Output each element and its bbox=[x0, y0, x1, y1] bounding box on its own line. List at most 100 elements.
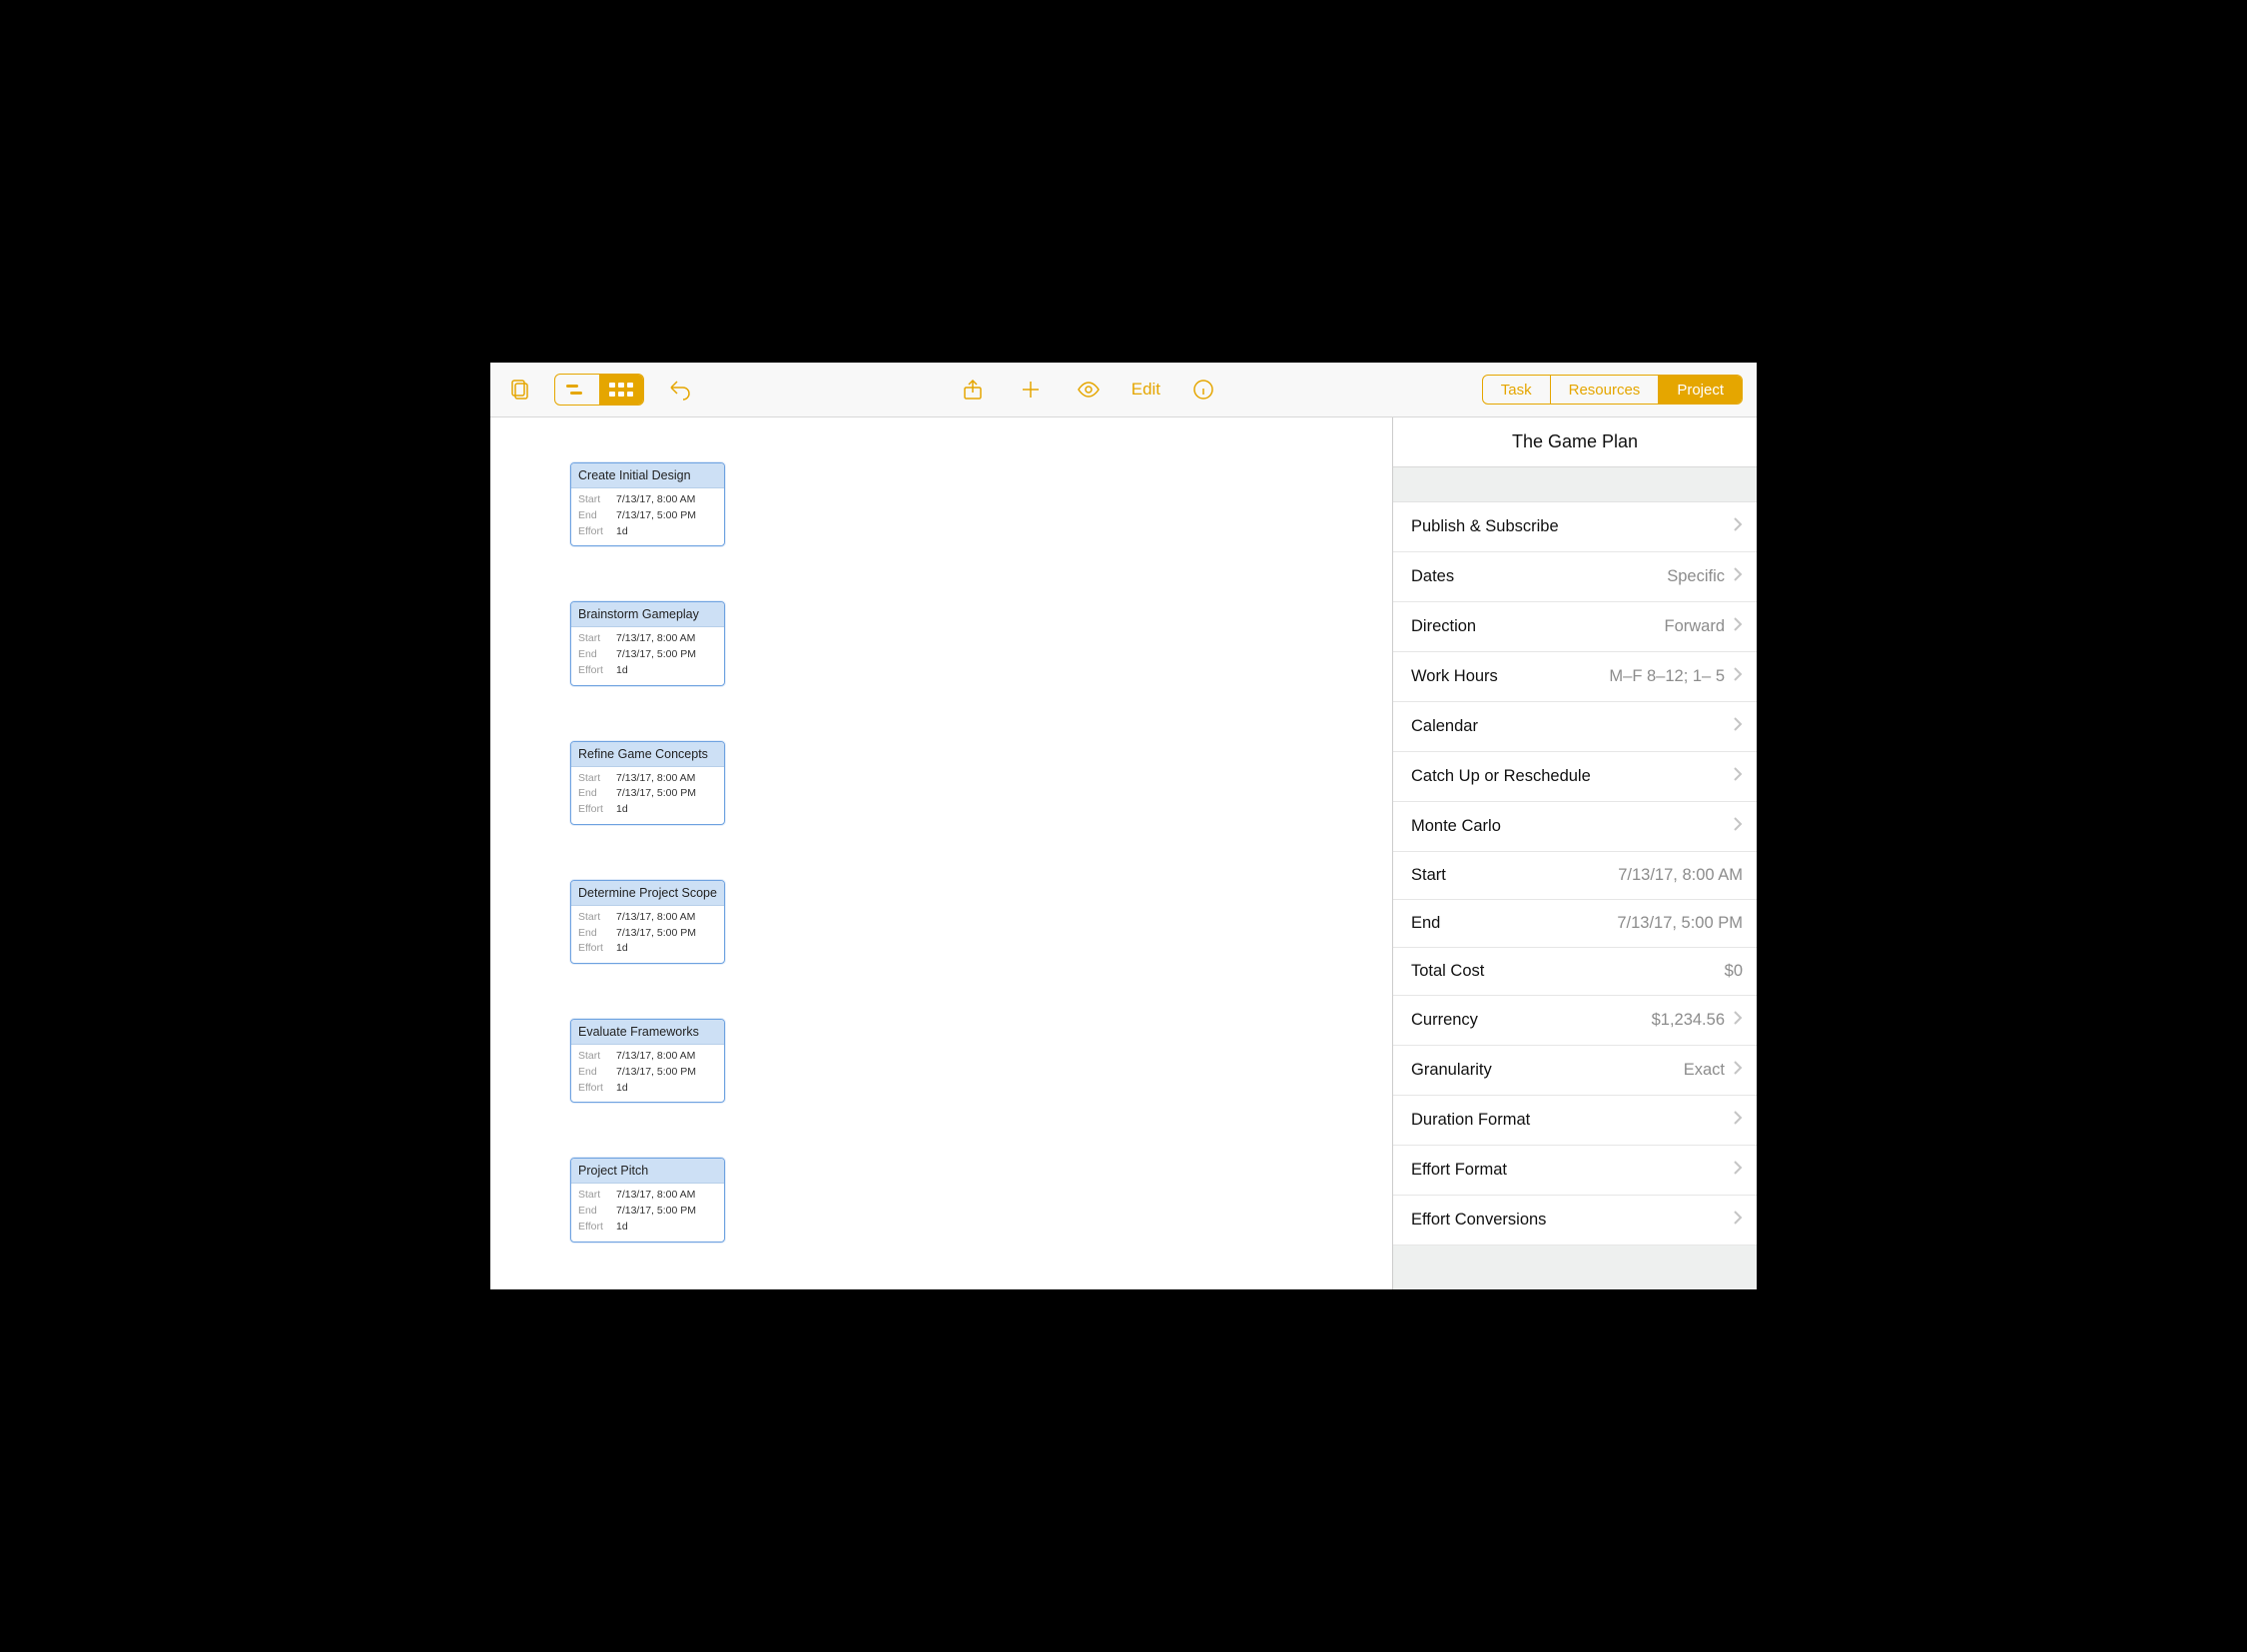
inspector-row[interactable]: Direction Forward bbox=[1393, 602, 1757, 652]
inspector-row[interactable]: DatesSpecific bbox=[1393, 552, 1757, 602]
add-icon[interactable] bbox=[1016, 375, 1046, 405]
toolbar: Edit Task Resources Project bbox=[490, 363, 1757, 417]
task-title: Brainstorm Gameplay bbox=[571, 602, 724, 627]
label-start: Start bbox=[578, 1049, 608, 1065]
sidebar: The Game Plan Publish & SubscribeDatesSp… bbox=[1392, 417, 1757, 1289]
chevron-right-icon bbox=[1733, 1060, 1743, 1081]
val-start: 7/13/17, 8:00 AM bbox=[616, 1188, 695, 1204]
info-icon[interactable] bbox=[1188, 375, 1218, 405]
task-card[interactable]: Brainstorm GameplayStart7/13/17, 8:00 AM… bbox=[570, 601, 725, 685]
label-end: End bbox=[578, 508, 608, 524]
val-start: 7/13/17, 8:00 AM bbox=[616, 910, 695, 926]
row-value: Forward bbox=[1664, 617, 1725, 636]
body-row: Create Initial Design Start 7/13/17, 8:00 … bbox=[490, 417, 1757, 1289]
inspector-row[interactable]: Publish & Subscribe bbox=[1393, 502, 1757, 552]
val-effort: 1d bbox=[616, 524, 628, 540]
row-label: Monte Carlo bbox=[1411, 817, 1501, 836]
chevron-right-icon bbox=[1733, 1210, 1743, 1231]
row-value: 7/13/17, 8:00 AM bbox=[1618, 866, 1743, 885]
val-effort: 1d bbox=[616, 802, 628, 818]
val-end: 7/13/17, 5:00 PM bbox=[616, 1065, 696, 1081]
inspector-row[interactable]: Currency$1,234.56 bbox=[1393, 996, 1757, 1046]
task-title: Create Initial Design bbox=[571, 463, 724, 488]
task-card[interactable]: Create Initial Design Start 7/13/17, 8:00 … bbox=[570, 462, 725, 546]
inspector-row[interactable]: Calendar bbox=[1393, 702, 1757, 752]
val-end: 7/13/17, 5:00 PM bbox=[616, 786, 696, 802]
inspector-row[interactable]: Work Hours M–F 8–12; 1– 5 bbox=[1393, 652, 1757, 702]
val-start: 7/13/17, 8:00 AM bbox=[616, 492, 695, 508]
val-effort: 1d bbox=[616, 1220, 628, 1236]
undo-icon[interactable] bbox=[664, 375, 694, 405]
eye-icon[interactable] bbox=[1074, 375, 1104, 405]
label-end: End bbox=[578, 1204, 608, 1220]
val-effort: 1d bbox=[616, 941, 628, 957]
inspector-tabs: Task Resources Project bbox=[1482, 375, 1743, 405]
row-label: Total Cost bbox=[1411, 962, 1484, 981]
row-label: Effort Conversions bbox=[1411, 1211, 1546, 1230]
row-label: Effort Format bbox=[1411, 1161, 1507, 1180]
val-end: 7/13/17, 5:00 PM bbox=[616, 926, 696, 942]
documents-icon[interactable] bbox=[504, 375, 534, 405]
val-end: 7/13/17, 5:00 PM bbox=[616, 508, 696, 524]
chevron-right-icon bbox=[1733, 1160, 1743, 1181]
row-label: Dates bbox=[1411, 567, 1454, 586]
view-gantt[interactable] bbox=[555, 375, 599, 405]
val-start: 7/13/17, 8:00 AM bbox=[616, 1049, 695, 1065]
val-effort: 1d bbox=[616, 663, 628, 679]
val-start: 7/13/17, 8:00 AM bbox=[616, 771, 695, 787]
edit-button[interactable]: Edit bbox=[1131, 380, 1160, 400]
row-label: Calendar bbox=[1411, 717, 1478, 736]
chevron-right-icon bbox=[1733, 516, 1743, 537]
inspector-row[interactable]: Duration Format bbox=[1393, 1096, 1757, 1146]
task-card[interactable]: Evaluate FrameworksStart7/13/17, 8:00 AM… bbox=[570, 1019, 725, 1103]
task-title: Project Pitch bbox=[571, 1159, 724, 1184]
label-effort: Effort bbox=[578, 1081, 608, 1097]
chevron-right-icon bbox=[1733, 1110, 1743, 1131]
task-card[interactable]: Determine Project Scope Start 7/13/17, 8:0… bbox=[570, 880, 725, 964]
chevron-right-icon bbox=[1733, 566, 1743, 587]
label-start: Start bbox=[578, 910, 608, 926]
sidebar-spacer bbox=[1393, 467, 1757, 501]
label-start: Start bbox=[578, 631, 608, 647]
row-label: End bbox=[1411, 914, 1440, 933]
label-start: Start bbox=[578, 492, 608, 508]
val-end: 7/13/17, 5:00 PM bbox=[616, 1204, 696, 1220]
inspector-list: Publish & SubscribeDatesSpecificDirectio… bbox=[1393, 501, 1757, 1245]
val-effort: 1d bbox=[616, 1081, 628, 1097]
row-label: Publish & Subscribe bbox=[1411, 517, 1559, 536]
chevron-right-icon bbox=[1733, 766, 1743, 787]
task-title: Determine Project Scope bbox=[571, 881, 724, 906]
tab-project[interactable]: Project bbox=[1659, 376, 1742, 404]
row-label: Work Hours bbox=[1411, 667, 1498, 686]
row-label: Start bbox=[1411, 866, 1446, 885]
task-card[interactable]: Refine Game Concepts Start 7/13/17, 8:00 A… bbox=[570, 741, 725, 825]
label-end: End bbox=[578, 786, 608, 802]
tab-resources[interactable]: Resources bbox=[1551, 376, 1660, 404]
label-effort: Effort bbox=[578, 941, 608, 957]
inspector-row[interactable]: GranularityExact bbox=[1393, 1046, 1757, 1096]
label-end: End bbox=[578, 647, 608, 663]
label-end: End bbox=[578, 926, 608, 942]
task-card[interactable]: Project PitchStart7/13/17, 8:00 AMEnd7/1… bbox=[570, 1158, 725, 1241]
chevron-right-icon bbox=[1733, 616, 1743, 637]
task-title: Refine Game Concepts bbox=[571, 742, 724, 767]
inspector-row[interactable]: Effort Conversions bbox=[1393, 1196, 1757, 1245]
label-end: End bbox=[578, 1065, 608, 1081]
view-network[interactable] bbox=[599, 375, 643, 405]
row-label: Catch Up or Reschedule bbox=[1411, 767, 1591, 786]
row-value: 7/13/17, 5:00 PM bbox=[1617, 914, 1743, 933]
share-icon[interactable] bbox=[958, 375, 988, 405]
view-mode-segment[interactable] bbox=[554, 374, 644, 406]
row-value: M–F 8–12; 1– 5 bbox=[1609, 667, 1725, 686]
row-label: Direction bbox=[1411, 617, 1476, 636]
tab-task[interactable]: Task bbox=[1483, 376, 1551, 404]
row-value: $0 bbox=[1725, 962, 1743, 981]
label-start: Start bbox=[578, 771, 608, 787]
canvas[interactable]: Create Initial Design Start 7/13/17, 8:00 … bbox=[490, 417, 1392, 1289]
row-value: Exact bbox=[1684, 1061, 1725, 1080]
inspector-row[interactable]: Effort Format bbox=[1393, 1146, 1757, 1196]
inspector-row[interactable]: Monte Carlo bbox=[1393, 802, 1757, 852]
chevron-right-icon bbox=[1733, 666, 1743, 687]
chevron-right-icon bbox=[1733, 716, 1743, 737]
inspector-row[interactable]: Catch Up or Reschedule bbox=[1393, 752, 1757, 802]
